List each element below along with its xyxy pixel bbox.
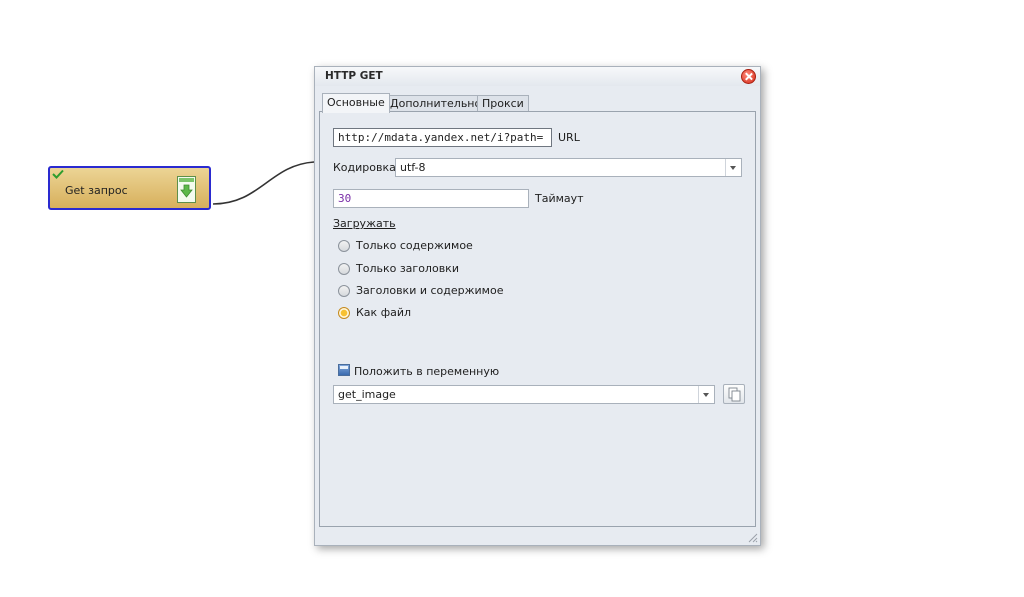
- http-get-download-icon: [177, 176, 196, 203]
- copy-icon: [728, 387, 741, 402]
- radio-label: Заголовки и содержимое: [356, 284, 504, 297]
- copy-variable-button[interactable]: [723, 384, 745, 404]
- radio-button[interactable]: [338, 285, 350, 297]
- tab-advanced[interactable]: Дополнительно: [385, 95, 487, 112]
- encoding-select[interactable]: utf-8: [395, 158, 742, 177]
- tab-main[interactable]: Основные: [322, 93, 390, 113]
- encoding-label: Кодировка: [333, 161, 396, 174]
- encoding-value: utf-8: [400, 161, 426, 174]
- save-to-variable-checkbox[interactable]: [338, 364, 350, 376]
- check-icon: [52, 169, 64, 179]
- http-get-dialog: HTTP GET Основные Дополнительно Прокси h…: [314, 66, 761, 546]
- load-section-label: Загружать: [333, 217, 396, 230]
- radio-button[interactable]: [338, 263, 350, 275]
- timeout-input[interactable]: 30: [333, 189, 529, 208]
- radio-button-selected[interactable]: [338, 307, 350, 319]
- dialog-titlebar[interactable]: HTTP GET: [315, 67, 760, 86]
- radio-label: Только заголовки: [356, 262, 459, 275]
- variable-select[interactable]: get_image: [333, 385, 715, 404]
- radio-button[interactable]: [338, 240, 350, 252]
- url-label: URL: [558, 131, 580, 144]
- main-tab-panel: http://mdata.yandex.net/i?path= URL Коди…: [319, 111, 756, 527]
- workflow-node-get-request[interactable]: Get запрос: [48, 166, 211, 210]
- tab-proxy[interactable]: Прокси: [477, 95, 529, 112]
- timeout-label: Таймаут: [535, 192, 584, 205]
- resize-grip-icon[interactable]: [746, 531, 758, 543]
- variable-value: get_image: [338, 388, 396, 401]
- close-icon[interactable]: [741, 69, 756, 84]
- dialog-title: HTTP GET: [325, 70, 383, 82]
- node-label: Get запрос: [65, 184, 128, 197]
- radio-label: Только содержимое: [356, 239, 473, 252]
- chevron-down-icon[interactable]: [698, 386, 714, 403]
- radio-label: Как файл: [356, 306, 412, 319]
- save-to-variable-label: Положить в переменную: [354, 365, 500, 378]
- chevron-down-icon[interactable]: [725, 159, 741, 176]
- url-input[interactable]: http://mdata.yandex.net/i?path=: [333, 128, 552, 147]
